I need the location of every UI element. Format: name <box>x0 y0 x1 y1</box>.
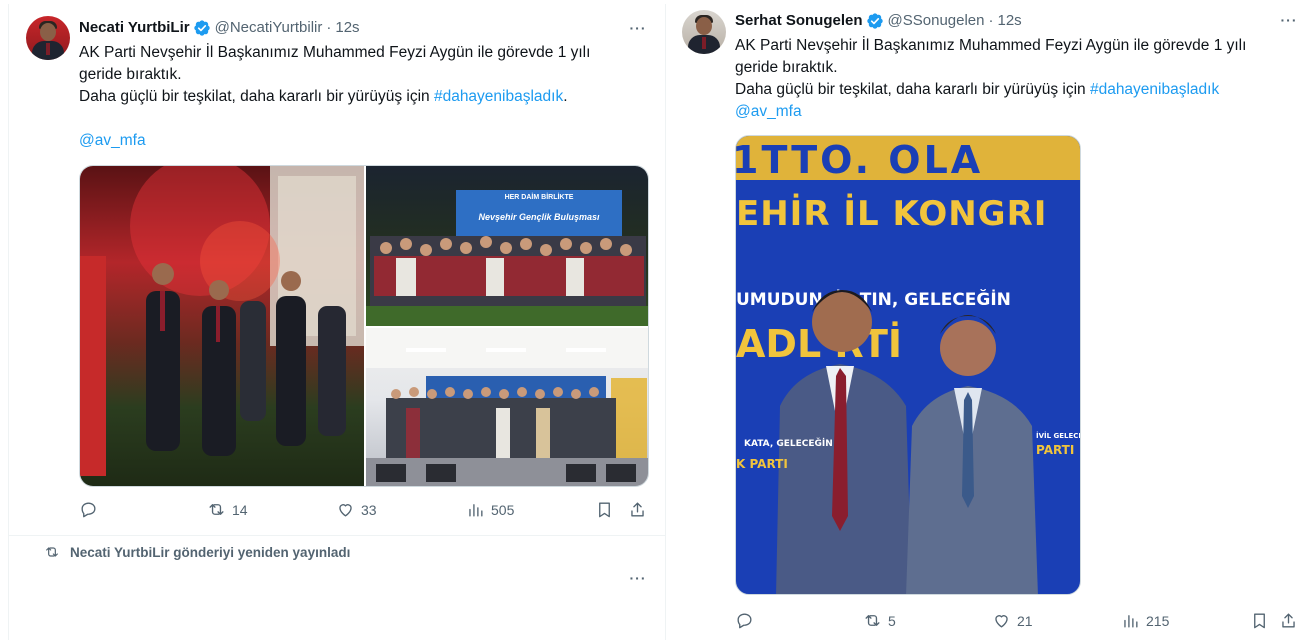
author-handle[interactable]: @NecatiYurtbilir <box>215 18 323 38</box>
timestamp[interactable]: 12s <box>998 11 1022 31</box>
tweet-divider <box>9 535 665 536</box>
tweet-header: Serhat Sonugelen @SSonugelen · 12s <box>735 11 1022 31</box>
media-photo[interactable] <box>366 328 648 486</box>
more-icon[interactable]: ··· <box>627 21 649 42</box>
like-count: 33 <box>361 501 377 518</box>
tweet-text-line: geride bıraktık. <box>735 59 838 76</box>
verified-badge-icon <box>866 13 883 29</box>
more-icon[interactable]: ··· <box>1278 13 1300 34</box>
share-icon <box>631 502 644 517</box>
two-men-photo-illustration: KATA, GELECEĞİN İVİL GELECEĞİN PARTI K P… <box>736 290 1081 594</box>
hashtag-link[interactable]: #dahayenibaşladık <box>1090 81 1219 98</box>
repost-button[interactable]: 5 <box>863 611 896 630</box>
verified-badge-icon <box>193 20 210 36</box>
like-button[interactable]: 33 <box>336 500 377 519</box>
author-name[interactable]: Necati YurtbiLir <box>79 18 190 38</box>
repost-icon <box>46 547 58 557</box>
reply-button[interactable] <box>79 500 104 519</box>
more-icon[interactable]: ··· <box>627 571 649 592</box>
mention-link[interactable]: @av_mfa <box>735 103 802 120</box>
reply-button[interactable] <box>735 611 760 630</box>
svg-text:K PARTI: K PARTI <box>736 457 788 471</box>
mention-link[interactable]: @av_mfa <box>79 132 146 149</box>
avatar[interactable] <box>682 10 726 54</box>
bookmark-icon <box>1254 613 1265 629</box>
share-icon <box>1282 613 1295 628</box>
svg-text:KATA, GELECEĞİN: KATA, GELECEĞİN <box>744 437 833 449</box>
author-handle[interactable]: @SSonugelen <box>888 11 985 31</box>
views-icon <box>469 504 483 517</box>
reply-icon <box>81 502 96 518</box>
views-button[interactable]: 215 <box>1121 611 1169 630</box>
repost-notice-text: Necati YurtbiLir gönderiyi yeniden yayın… <box>70 544 351 560</box>
repost-count: 14 <box>232 501 248 518</box>
tweet-header: Necati YurtbiLir @NecatiYurtbilir · 12s <box>79 18 360 38</box>
avatar[interactable] <box>26 16 70 60</box>
tweet-text-line: Daha güçlü bir teşkilat, daha kararlı bi… <box>735 81 1220 98</box>
repost-count: 5 <box>888 612 896 629</box>
author-name[interactable]: Serhat Sonugelen <box>735 11 863 31</box>
media-photo[interactable]: HER DAİM BİRLİKTE Nevşehir Gençlik Buluş… <box>366 166 648 326</box>
tweet-text: AK Parti Nevşehir İl Başkanımız Muhammed… <box>79 42 649 152</box>
indoor-group-photo-illustration <box>366 328 648 486</box>
share-button[interactable] <box>628 500 647 519</box>
view-count: 215 <box>1146 612 1170 629</box>
timestamp[interactable]: 12s <box>335 18 359 38</box>
banner-subtitle: Nevşehir Gençlik Buluşması <box>478 212 600 222</box>
media-grid[interactable]: HER DAİM BİRLİKTE Nevşehir Gençlik Buluş… <box>79 165 649 487</box>
tweet-text-line: Daha güçlü bir teşkilat, daha kararlı bi… <box>79 88 568 105</box>
reply-icon <box>737 613 752 629</box>
bookmark-icon <box>599 502 610 518</box>
tweet-text-line: AK Parti Nevşehir İl Başkanımız Muhammed… <box>79 44 591 61</box>
like-count: 21 <box>1017 612 1033 629</box>
repost-icon <box>209 504 224 515</box>
separator-dot: · <box>988 12 994 29</box>
tweet-actions: 14 33 505 <box>79 500 649 522</box>
tweet-text-line: AK Parti Nevşehir İl Başkanımız Muhammed… <box>735 37 1247 54</box>
hashtag-link[interactable]: #dahayenibaşladık <box>434 88 563 105</box>
media-photo[interactable]: 1TTO. OLA EHİR İL KONGRI UMUDUN, İÇ TIN,… <box>735 135 1081 595</box>
banner-title: HER DAİM BİRLİKTE <box>504 194 574 201</box>
tweet-text: AK Parti Nevşehir İl Başkanımız Muhammed… <box>735 35 1295 123</box>
tweet-actions: 5 21 215 <box>735 611 1300 633</box>
like-icon <box>995 615 1008 628</box>
svg-text:PARTI: PARTI <box>1036 443 1074 457</box>
group-photo-illustration <box>366 190 648 326</box>
separator-dot: · <box>326 19 332 36</box>
bookmark-button[interactable] <box>595 500 614 519</box>
repost-button[interactable]: 14 <box>207 500 248 519</box>
repost-notice[interactable]: Necati YurtbiLir gönderiyi yeniden yayın… <box>44 544 350 560</box>
view-count: 505 <box>491 501 515 518</box>
like-button[interactable]: 21 <box>992 611 1033 630</box>
svg-text:İVİL GELECEĞİN: İVİL GELECEĞİN <box>1036 431 1081 440</box>
crowd-photo-illustration <box>80 166 364 476</box>
share-button[interactable] <box>1279 611 1298 630</box>
bookmark-button[interactable] <box>1250 611 1269 630</box>
views-button[interactable]: 505 <box>466 500 514 519</box>
like-icon <box>339 504 352 517</box>
repost-icon <box>865 615 880 626</box>
views-icon <box>1124 615 1138 628</box>
media-photo[interactable] <box>80 166 364 486</box>
tweet-text-line: geride bıraktık. <box>79 66 182 83</box>
